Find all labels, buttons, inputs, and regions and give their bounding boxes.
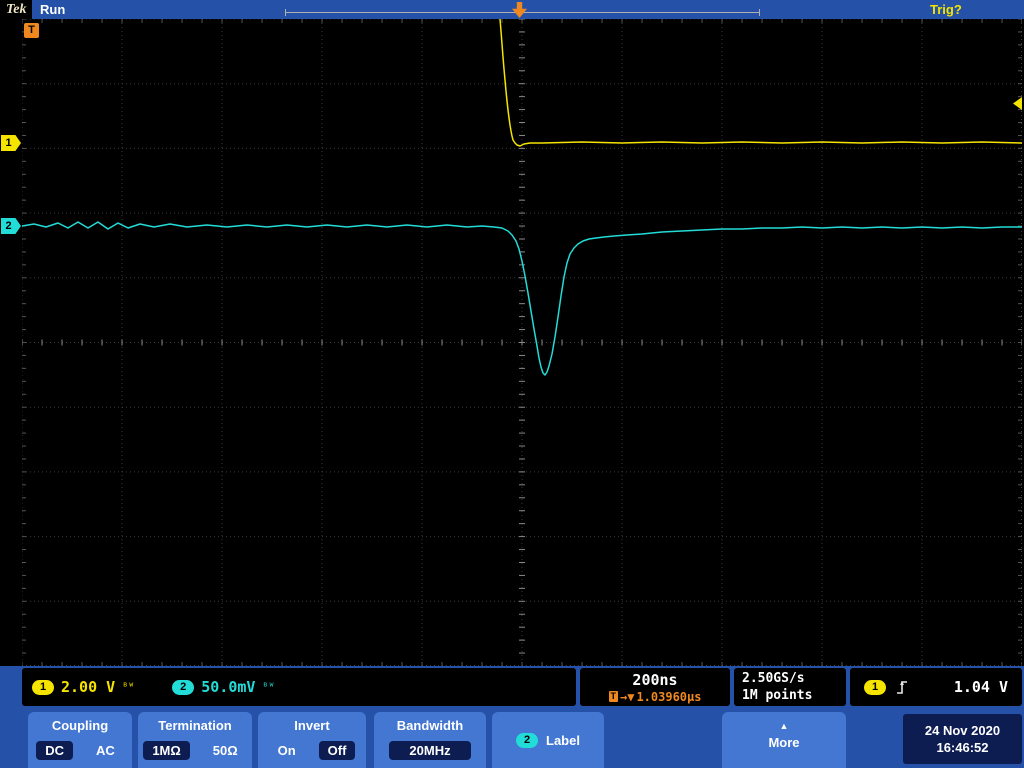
coupling-option-dc[interactable]: DC (36, 741, 73, 760)
bandwidth-value[interactable]: 20MHz (389, 741, 471, 760)
record-view-start-tick (285, 9, 286, 16)
rising-edge-icon (897, 681, 907, 694)
waveform-display (22, 19, 1022, 666)
more-button[interactable]: ▲ More (722, 712, 846, 768)
trigger-level-value: 1.04 V (953, 678, 1008, 696)
coupling-option-ac[interactable]: AC (87, 741, 124, 760)
ch1-ground-marker[interactable]: 1 (1, 135, 21, 151)
invert-option-on[interactable]: On (269, 741, 305, 760)
trigger-delay-readout: T →▼ 1.03960μs (608, 689, 702, 704)
label-ch2-badge: 2 (516, 732, 539, 748)
tek-logo: Tek (0, 0, 33, 19)
top-status-bar: Tek Run Trig? (0, 0, 1024, 19)
label-button[interactable]: 2 Label (492, 712, 604, 768)
bandwidth-label: Bandwidth (396, 718, 464, 733)
acquisition-readout: 2.50GS/s 1M points (734, 668, 846, 706)
delay-time-value: 1.03960μs (636, 689, 702, 704)
coupling-button[interactable]: Coupling DC AC (28, 712, 132, 768)
ch2-trace (22, 221, 1022, 376)
termination-option-1mohm[interactable]: 1MΩ (143, 741, 190, 760)
ch2-ground-marker[interactable]: 2 (1, 218, 21, 234)
termination-label: Termination (158, 718, 232, 733)
timebase-readout: 200ns T →▼ 1.03960μs (580, 668, 730, 706)
termination-button[interactable]: Termination 1MΩ 50Ω (138, 712, 252, 768)
readout-bar: 1 2.00 V ᴮᵂ 2 50.0mV ᴮᵂ 200ns T →▼ 1.039… (0, 666, 1024, 708)
time-value: 16:46:52 (936, 740, 989, 755)
more-label: More (768, 735, 800, 750)
ch1-trace (499, 19, 1022, 147)
ch2-scale-readout: 50.0mV (201, 678, 256, 696)
record-view-end-tick (759, 9, 760, 16)
ch1-badge: 1 (32, 679, 54, 695)
invert-option-off[interactable]: Off (318, 741, 356, 760)
softkey-menu-bar: Coupling DC AC Termination 1MΩ 50Ω Inver… (0, 708, 1024, 768)
timebase-value: 200ns (632, 670, 678, 689)
termination-option-50ohm[interactable]: 50Ω (204, 741, 247, 760)
trigger-t-icon: T (608, 691, 618, 702)
more-up-arrow-icon: ▲ (779, 721, 789, 731)
trigger-source-badge: 1 (864, 679, 886, 695)
datetime-display: 24 Nov 2020 16:46:52 (903, 714, 1022, 764)
oscilloscope-screen: Tek Run Trig? T 1 2 1 2.00 V ᴮᵂ 2 50.0mV… (0, 0, 1024, 768)
trigger-position-marker-icon[interactable] (512, 2, 527, 18)
ch2-badge: 2 (172, 679, 195, 695)
coupling-label: Coupling (51, 718, 109, 733)
invert-label: Invert (294, 718, 330, 733)
trigger-status: Trig? (930, 2, 962, 17)
ch2-bandwidth-limit-icon: ᴮᵂ (262, 681, 275, 693)
label-button-text: Label (546, 732, 580, 748)
date-value: 24 Nov 2020 (924, 723, 1001, 738)
invert-button[interactable]: Invert On Off (258, 712, 366, 768)
ch1-bandwidth-limit-icon: ᴮᵂ (122, 681, 135, 693)
channel-scale-readouts: 1 2.00 V ᴮᵂ 2 50.0mV ᴮᵂ (22, 668, 576, 706)
delay-arrow-icon: →▼ (620, 689, 635, 704)
acquisition-status: Run (40, 2, 66, 17)
graticule-and-traces (22, 19, 1022, 666)
sample-rate-value: 2.50GS/s (742, 671, 805, 686)
trigger-readout: 1 1.04 V (850, 668, 1022, 706)
trigger-level-flag[interactable]: T (24, 23, 39, 38)
ch1-scale-readout: 2.00 V (61, 678, 116, 696)
bandwidth-button[interactable]: Bandwidth 20MHz (374, 712, 486, 768)
record-length-value: 1M points (742, 688, 813, 703)
